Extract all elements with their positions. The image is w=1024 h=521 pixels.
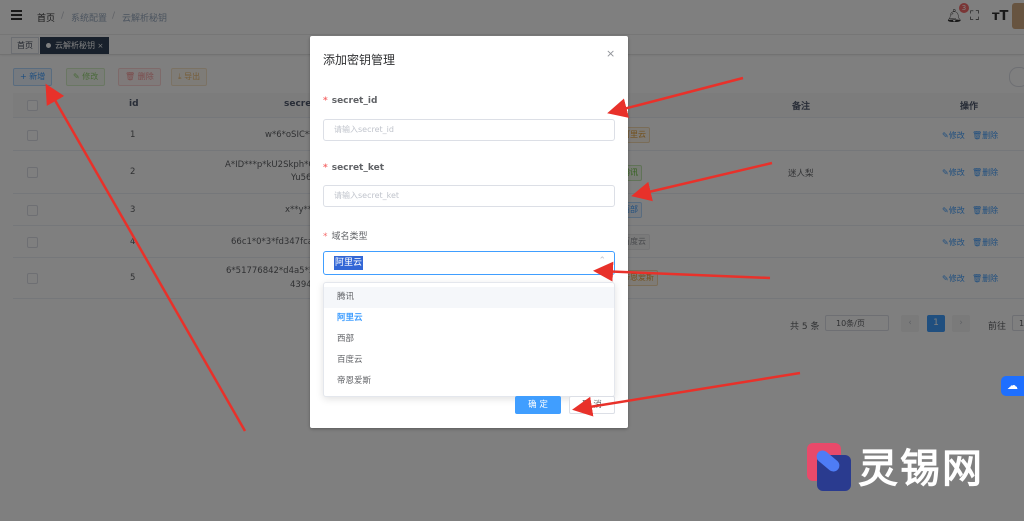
arrow-to-secret-id xyxy=(607,76,744,118)
arrow-to-cancel-button xyxy=(572,371,801,417)
annotation-arrows xyxy=(45,76,801,432)
arrow-to-add-button xyxy=(45,83,247,432)
arrow-to-secret-ket xyxy=(631,161,773,202)
arrow-to-domain-select xyxy=(593,261,771,282)
